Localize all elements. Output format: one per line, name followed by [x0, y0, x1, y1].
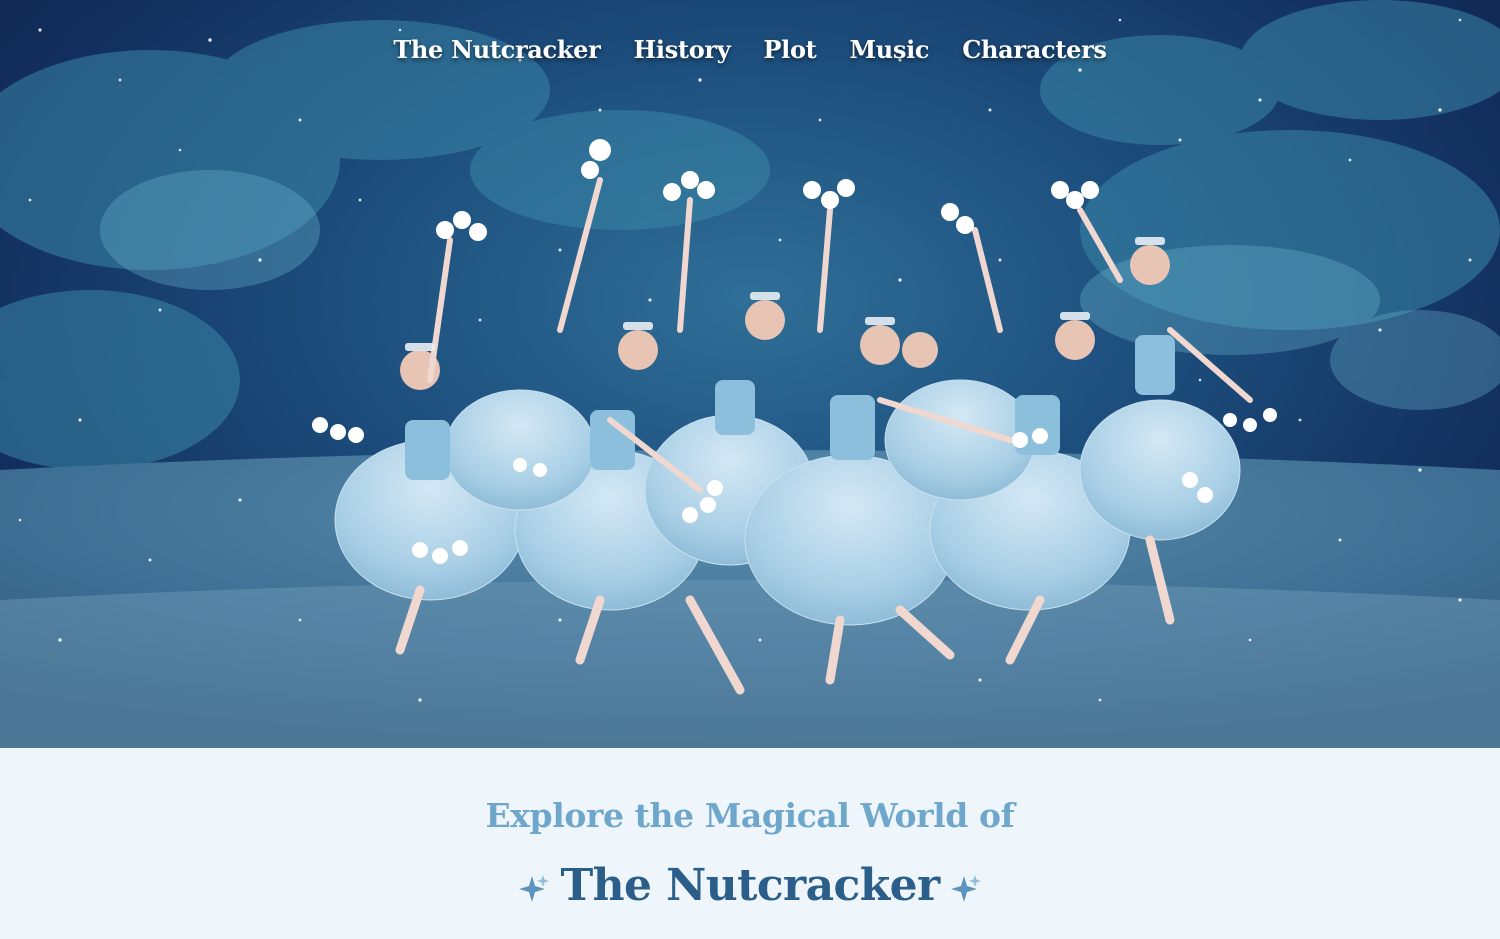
- nav-link-characters[interactable]: Characters: [962, 33, 1107, 69]
- intro-title: The Nutcracker: [560, 860, 940, 911]
- nav-link-music[interactable]: Music: [849, 33, 929, 69]
- nav-link-plot[interactable]: Plot: [763, 33, 816, 69]
- intro-section: Explore the Magical World of The Nutcrac…: [0, 748, 1500, 939]
- main-navigation: The Nutcracker History Plot Music Charac…: [0, 33, 1500, 69]
- hero-banner: The Nutcracker History Plot Music Charac…: [0, 0, 1500, 748]
- hero-image: [0, 0, 1500, 748]
- nav-link-the-nutcracker[interactable]: The Nutcracker: [393, 33, 600, 69]
- sparkle-icon: [519, 874, 550, 902]
- intro-title-row: The Nutcracker: [0, 860, 1500, 911]
- sparkle-icon: [950, 874, 981, 902]
- nav-link-history[interactable]: History: [634, 33, 731, 69]
- intro-eyebrow: Explore the Magical World of: [485, 796, 1015, 835]
